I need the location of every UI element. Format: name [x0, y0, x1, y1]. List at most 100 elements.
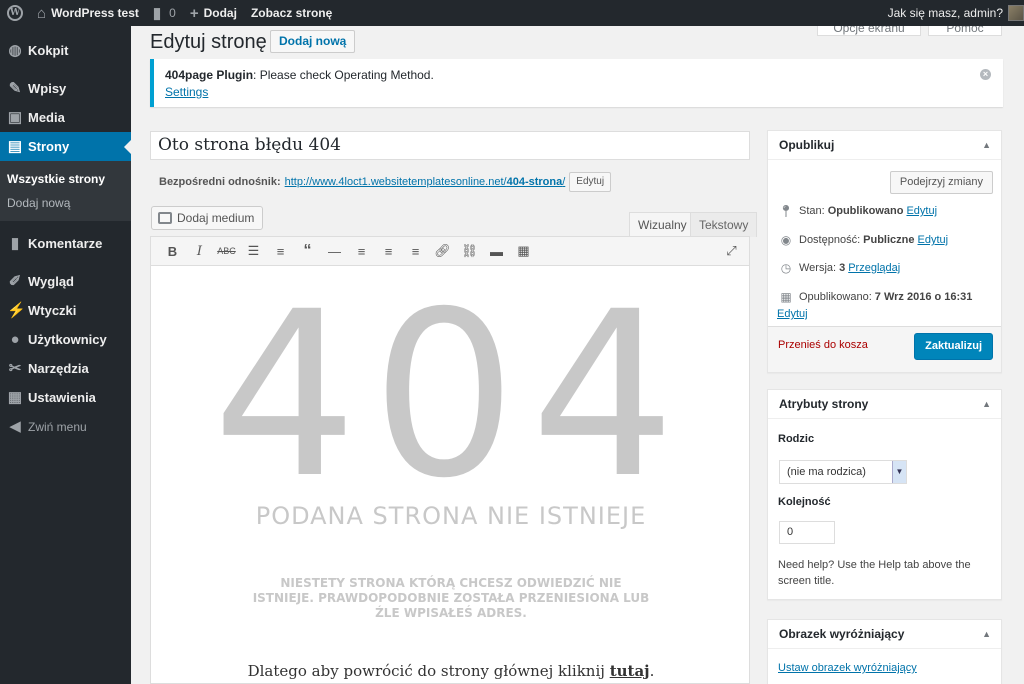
editor-toolbar: B I ABC ☰ ≡ “ — ≡ ≡ ≡ 🔗︎ ⛓ ▬ ▦ ⤢ [150, 236, 750, 266]
menu-label: Strony [28, 139, 70, 154]
menu-item-comments[interactable]: ▮ Komentarze [0, 229, 131, 258]
status-label: Stan: [799, 205, 825, 217]
post-title-input[interactable]: Oto strona błędu 404 [150, 131, 750, 160]
permalink-base: http://www.4loct1.websitetemplatesonline… [284, 176, 507, 188]
pages-icon: ▤ [7, 138, 23, 155]
view-page-link[interactable]: Zobacz stronę [244, 0, 339, 26]
dashboard-icon: ◍ [8, 42, 22, 59]
back-home-link[interactable]: tutaj [610, 662, 650, 680]
dismiss-icon[interactable]: × [980, 69, 991, 80]
unlink-icon[interactable]: ⛓ [456, 239, 483, 263]
my-account-menu[interactable]: Jak się masz, admin? [881, 0, 1024, 26]
bullet-list-icon[interactable]: ☰ [240, 239, 267, 263]
revisions-value: 3 [839, 262, 846, 274]
preview-changes-button[interactable]: Podejrzyj zmiany [889, 171, 993, 194]
wp-logo-menu[interactable]: W [0, 0, 30, 26]
menu-item-tools[interactable]: ✂ Narzędzia [0, 354, 131, 383]
menu-label: Wygląd [28, 274, 74, 289]
horizontal-line-icon[interactable]: — [321, 239, 348, 263]
add-new-page-button[interactable]: Dodaj nową [270, 30, 356, 53]
pin-icon: ✎ [8, 80, 22, 97]
edit-status-link[interactable]: Edytuj [906, 205, 937, 217]
publish-box-header[interactable]: Opublikuj ▲ [768, 131, 1001, 160]
published-row: ▦ Opublikowano: 7 Wrz 2016 o 16:31 [778, 290, 975, 304]
collapse-arrow-icon[interactable]: ▲ [982, 620, 991, 648]
move-to-trash-link[interactable]: Przenieś do kosza [778, 339, 868, 351]
menu-label: Komentarze [28, 236, 103, 251]
parent-select[interactable]: (nie ma rodzica) ▼ [779, 460, 907, 484]
order-input[interactable]: 0 [779, 521, 835, 544]
strikethrough-icon[interactable]: ABC [213, 239, 240, 263]
menu-label: Wpisy [28, 81, 67, 96]
featured-box-header[interactable]: Obrazek wyróżniający ▲ [768, 620, 1001, 649]
screen-options-tab[interactable]: Opcje ekranu [817, 26, 921, 36]
comments-link[interactable]: ▮ 0 [146, 0, 183, 26]
italic-icon[interactable]: I [186, 239, 213, 263]
menu-item-users[interactable]: ● Użytkownicy [0, 325, 131, 354]
align-right-icon[interactable]: ≡ [402, 239, 429, 263]
menu-item-settings[interactable]: ▦ Ustawienia [0, 383, 131, 412]
set-featured-image-link[interactable]: Ustaw obrazek wyróżniający [778, 662, 917, 674]
menu-item-plugins[interactable]: ⚡ Wtyczki [0, 296, 131, 325]
not-found-description: NIESTETY STRONA KTÓRĄ CHCESZ ODWIEDZIĆ N… [252, 576, 650, 620]
add-media-label: Dodaj medium [177, 211, 255, 225]
menu-label: Media [28, 110, 65, 125]
notice-plugin-name: 404page Plugin [165, 68, 254, 82]
wordpress-logo-icon: W [7, 5, 23, 21]
collapse-arrow-icon[interactable]: ▲ [982, 131, 991, 159]
submenu-add-new[interactable]: Dodaj nową [0, 191, 131, 215]
insert-link-icon[interactable]: 🔗︎ [429, 239, 456, 263]
align-left-icon[interactable]: ≡ [348, 239, 375, 263]
permalink-slug: 404-strona [506, 176, 563, 188]
scrollbar[interactable] [1017, 26, 1024, 684]
order-label: Kolejność [778, 496, 831, 508]
bold-icon[interactable]: B [159, 239, 186, 263]
permalink-end: / [562, 176, 566, 188]
attributes-box-header[interactable]: Atrybuty strony ▲ [768, 390, 1001, 419]
tab-text[interactable]: Tekstowy [690, 212, 758, 237]
new-content-menu[interactable]: + Dodaj [183, 0, 244, 26]
browse-revisions-link[interactable]: Przeglądaj [848, 262, 900, 274]
menu-item-appearance[interactable]: ✐ Wygląd [0, 267, 131, 296]
update-button[interactable]: Zaktualizuj [914, 333, 993, 360]
visibility-value: Publiczne [863, 234, 915, 246]
add-media-button[interactable]: Dodaj medium [151, 206, 264, 230]
site-name-link[interactable]: ⌂ WordPress test [30, 0, 146, 26]
editor-content[interactable]: 404 PODANA STRONA NIE ISTNIEJE NIESTETY … [150, 266, 750, 684]
submenu-all-pages[interactable]: Wszystkie strony [0, 167, 131, 191]
pin-icon: 📍︎ [778, 204, 794, 218]
menu-item-media[interactable]: ▣ Media [0, 103, 131, 132]
revisions-row: ◷ Wersja: 3 Przeglądaj [778, 261, 900, 275]
collapse-menu-button[interactable]: ◀ Zwiń menu [0, 412, 131, 441]
collapse-arrow-icon[interactable]: ▲ [982, 390, 991, 418]
edit-date-link[interactable]: Edytuj [777, 308, 808, 320]
visibility-row: ◉ Dostępność: Publiczne Edytuj [778, 233, 948, 247]
read-more-icon[interactable]: ▬ [483, 239, 510, 263]
fullscreen-icon[interactable]: ⤢ [718, 239, 745, 263]
clock-icon: ◷ [780, 261, 792, 275]
page-title: Edytuj stronę [150, 31, 267, 53]
attributes-title: Atrybuty strony [779, 397, 869, 411]
menu-label: Ustawienia [28, 390, 96, 405]
appearance-icon: ✐ [8, 273, 22, 290]
help-tab[interactable]: Pomoc [928, 26, 1002, 36]
settings-icon: ▦ [7, 389, 23, 406]
menu-label: Wtyczki [28, 303, 77, 318]
menu-item-pages[interactable]: ▤ Strony [0, 132, 131, 161]
menu-item-dashboard[interactable]: ◍ Kokpit [0, 36, 131, 65]
edit-visibility-link[interactable]: Edytuj [918, 234, 949, 246]
status-value: Opublikowano [827, 205, 904, 217]
blockquote-icon[interactable]: “ [294, 239, 321, 263]
back-home-text: Dlatego aby powrócić do strony głównej k… [247, 662, 610, 680]
edit-permalink-button[interactable]: Edytuj [569, 172, 612, 192]
revisions-label: Wersja: [799, 262, 837, 274]
toolbar-toggle-icon[interactable]: ▦ [510, 239, 537, 263]
align-center-icon[interactable]: ≡ [375, 239, 402, 263]
menu-item-posts[interactable]: ✎ Wpisy [0, 74, 131, 103]
pages-submenu: Wszystkie strony Dodaj nową [0, 161, 131, 221]
permalink-link[interactable]: http://www.4loct1.websitetemplatesonline… [285, 176, 566, 188]
back-home-end: . [649, 662, 655, 680]
tab-visual[interactable]: Wizualny [629, 212, 696, 237]
numbered-list-icon[interactable]: ≡ [267, 239, 294, 263]
notice-settings-link[interactable]: Settings [165, 85, 208, 99]
